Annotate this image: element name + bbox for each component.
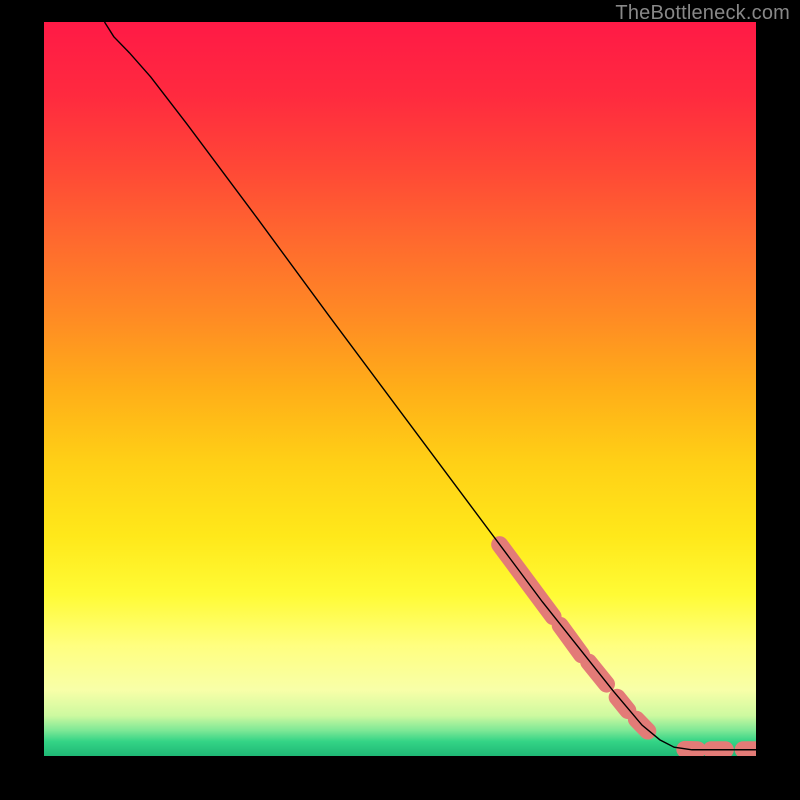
plot-area xyxy=(44,22,756,756)
chart-svg xyxy=(44,22,756,756)
chart-background xyxy=(44,22,756,756)
chart-frame: TheBottleneck.com xyxy=(0,0,800,800)
marker-segment xyxy=(617,697,628,710)
